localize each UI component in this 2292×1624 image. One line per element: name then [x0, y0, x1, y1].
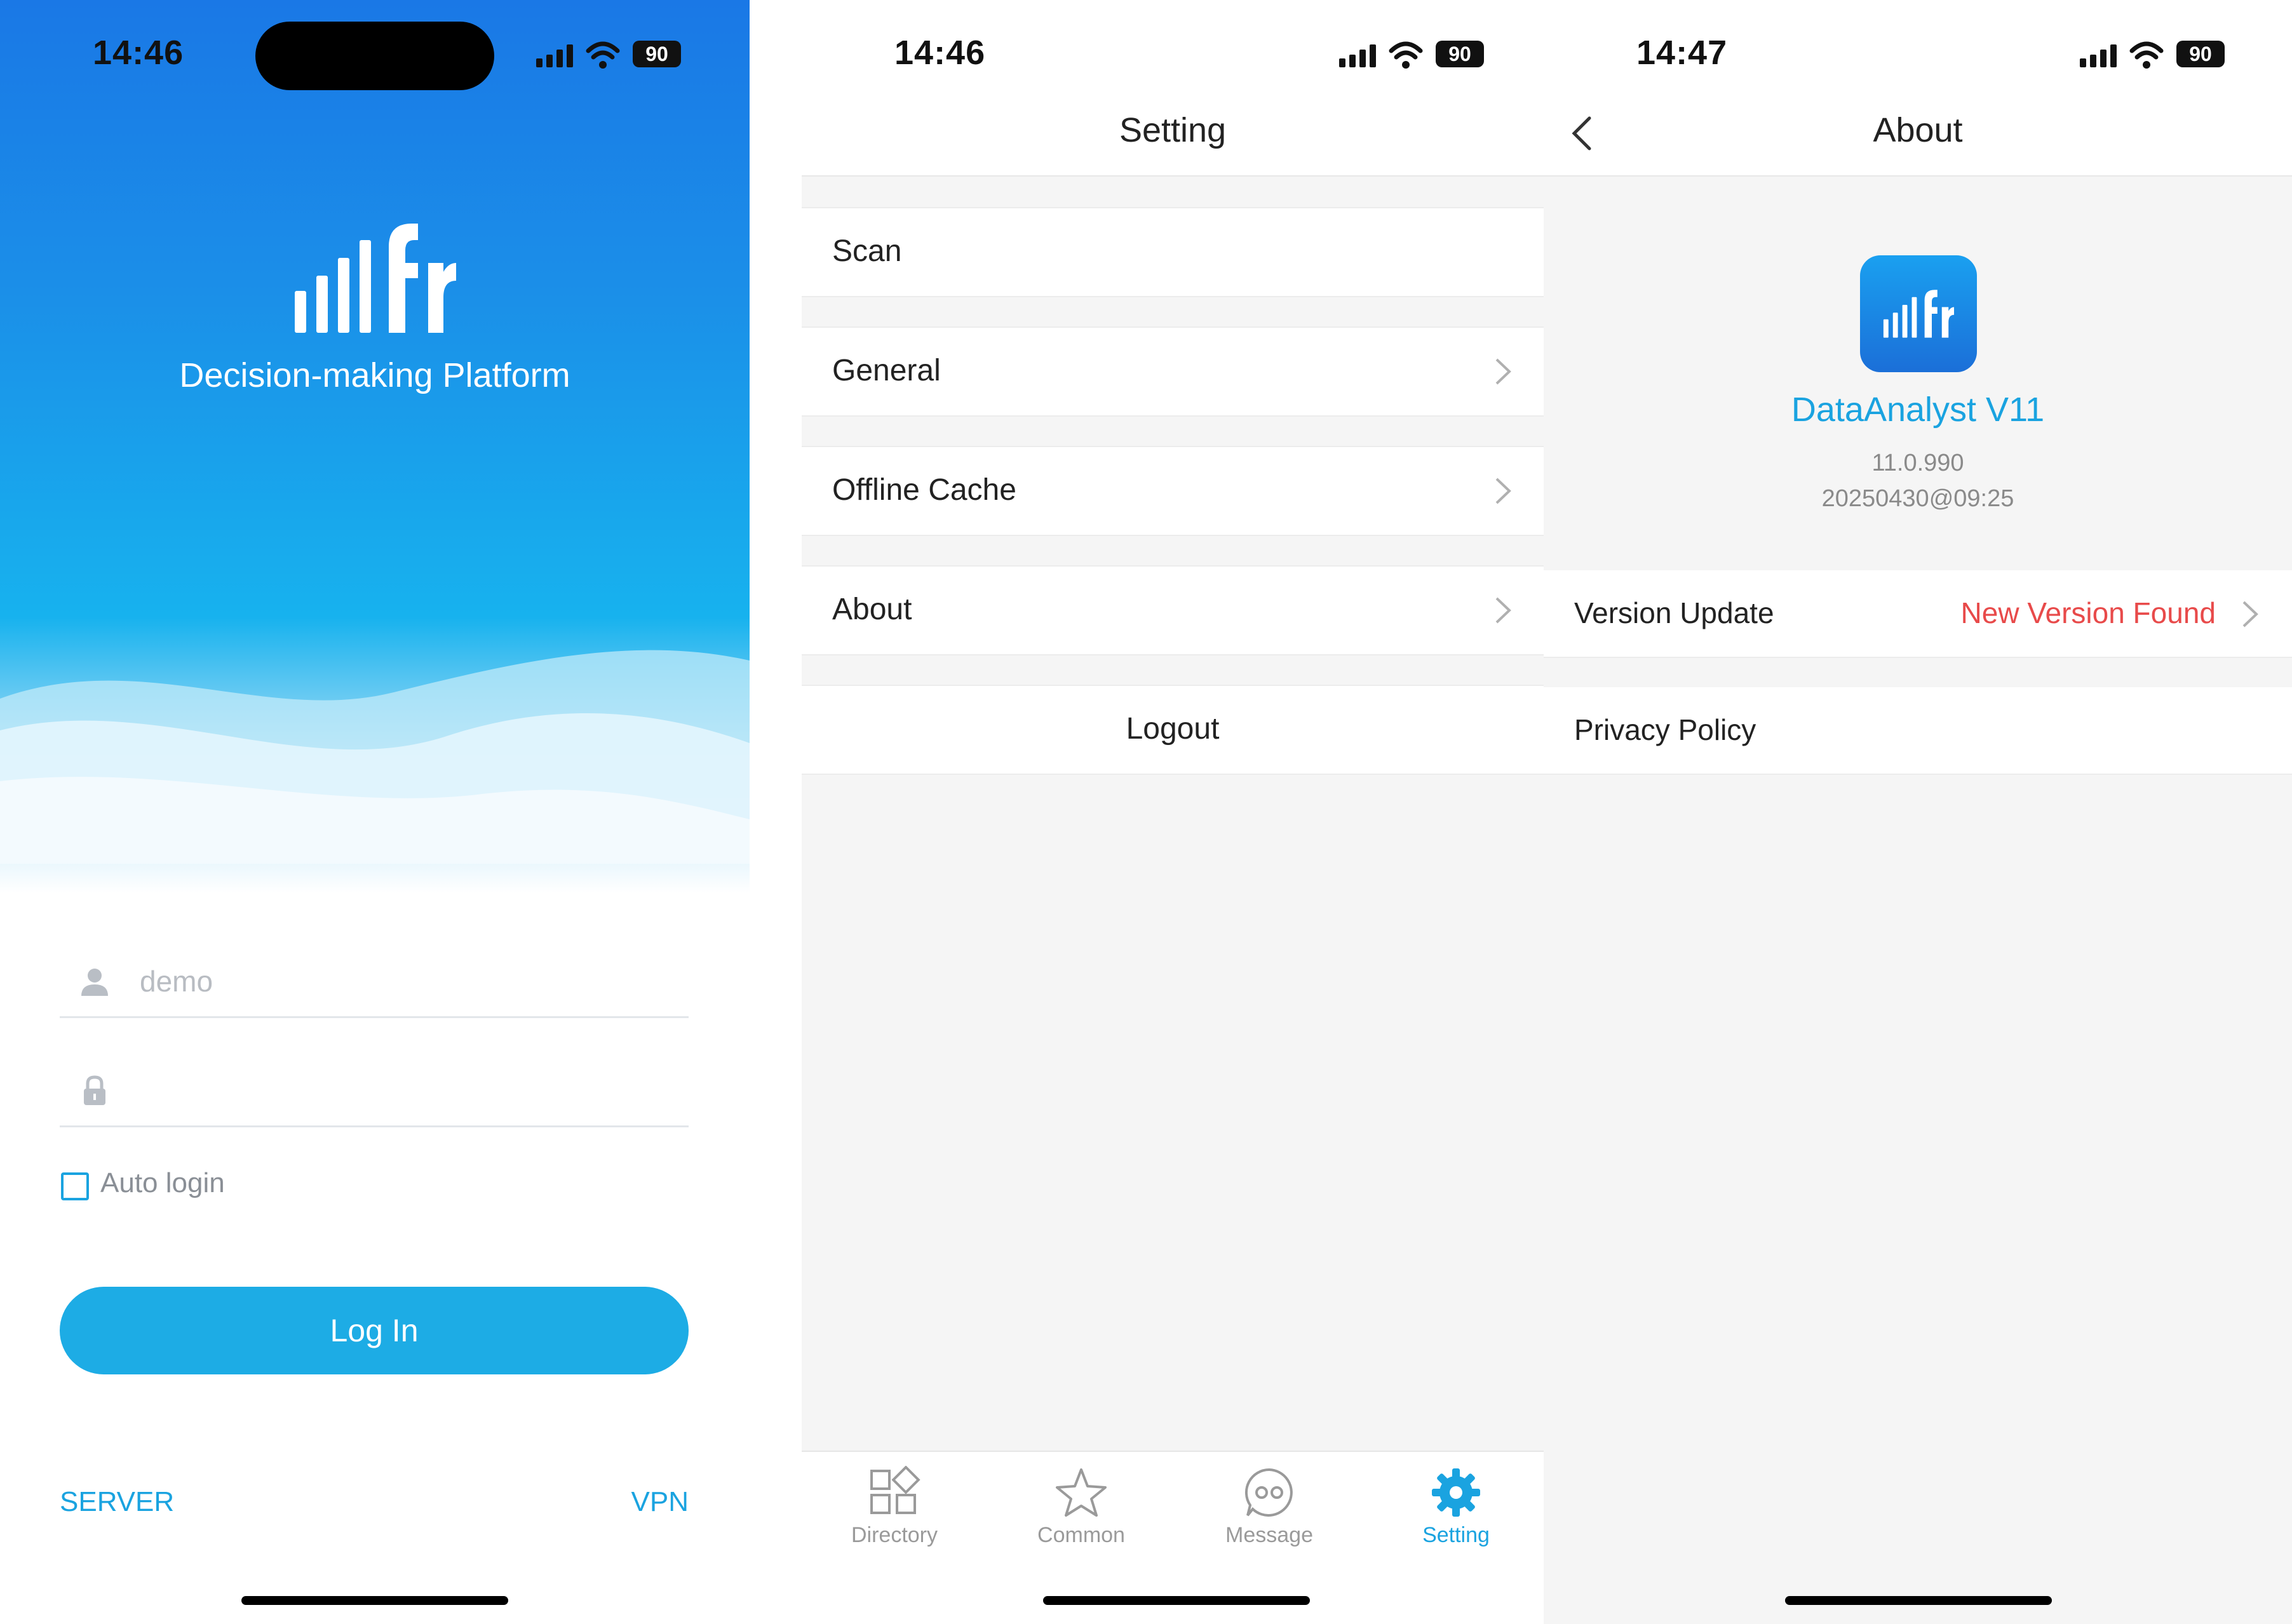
tab-common[interactable]: Common — [1011, 1466, 1151, 1548]
battery-indicator: 90 — [633, 41, 681, 67]
app-logo-icon — [1883, 290, 1954, 338]
wifi-icon — [1389, 41, 1423, 69]
tab-label: Common — [1037, 1523, 1125, 1547]
dynamic-island — [255, 22, 494, 90]
auto-login-label[interactable]: Auto login — [100, 1167, 225, 1199]
tab-setting[interactable]: Setting — [1386, 1466, 1526, 1548]
chevron-right-icon — [1495, 358, 1511, 385]
status-bar: 14:46 90 — [0, 0, 750, 114]
chevron-right-icon — [2242, 601, 2258, 627]
password-field[interactable] — [60, 1056, 689, 1127]
server-link[interactable]: SERVER — [60, 1486, 174, 1518]
setting-row-scan[interactable]: Scan — [802, 207, 1544, 297]
user-icon — [81, 969, 108, 996]
cellular-signal-icon — [2080, 44, 2117, 67]
status-time: 14:46 — [93, 34, 184, 72]
row-label: General — [832, 354, 941, 387]
setting-row-general[interactable]: General — [802, 326, 1544, 417]
auto-login-checkbox[interactable] — [61, 1172, 89, 1200]
app-version: 11.0.990 — [1871, 450, 1964, 476]
directory-icon — [870, 1466, 920, 1514]
home-indicator — [1785, 1596, 2052, 1605]
setting-row-about[interactable]: About — [802, 565, 1544, 655]
tab-label: Setting — [1422, 1523, 1490, 1547]
page-title: About — [1873, 111, 1963, 149]
battery-indicator: 90 — [1436, 41, 1484, 67]
gear-icon — [1432, 1468, 1480, 1517]
setting-screen: 14:46 90 Setting Scan General Offline Ca… — [802, 0, 1544, 1624]
row-label: Privacy Policy — [1574, 713, 1756, 746]
setting-row-offline-cache[interactable]: Offline Cache — [802, 446, 1544, 536]
row-label: Scan — [832, 234, 902, 268]
page-title: Setting — [1119, 111, 1227, 149]
home-indicator — [241, 1596, 508, 1605]
about-screen: 14:47 90 About DataAnalyst V11 11.0.990 … — [1544, 0, 2292, 1624]
username-field[interactable]: demo — [60, 946, 689, 1018]
app-logo-icon — [295, 224, 456, 333]
tab-label: Directory — [851, 1523, 938, 1547]
wifi-icon — [586, 41, 620, 69]
star-icon — [1056, 1468, 1107, 1517]
message-icon — [1244, 1468, 1293, 1517]
nav-header: Setting — [802, 95, 1544, 177]
nav-header: About — [1544, 95, 2292, 177]
cellular-signal-icon — [536, 44, 573, 67]
lock-icon — [84, 1075, 105, 1105]
username-value: demo — [140, 965, 213, 998]
version-update-row[interactable]: Version Update New Version Found — [1544, 570, 2292, 658]
battery-indicator: 90 — [2176, 41, 2225, 67]
platform-tagline: Decision-making Platform — [179, 356, 570, 394]
chevron-right-icon — [1495, 478, 1511, 504]
row-label: Version Update — [1574, 596, 1774, 629]
new-version-status: New Version Found — [1960, 596, 2216, 629]
status-time: 14:47 — [1636, 34, 1728, 72]
home-indicator — [1043, 1596, 1310, 1605]
row-label: Offline Cache — [832, 473, 1016, 507]
logout-button[interactable]: Logout — [802, 685, 1544, 775]
tab-label: Message — [1225, 1523, 1313, 1547]
status-time: 14:46 — [894, 34, 986, 72]
cellular-signal-icon — [1339, 44, 1376, 67]
tab-directory[interactable]: Directory — [825, 1466, 964, 1548]
tab-message[interactable]: Message — [1199, 1466, 1339, 1548]
login-button[interactable]: Log In — [60, 1287, 689, 1374]
wave-decoration — [0, 650, 750, 864]
app-icon — [1860, 255, 1977, 372]
app-name: DataAnalyst V11 — [1791, 391, 2045, 429]
privacy-policy-row[interactable]: Privacy Policy — [1544, 687, 2292, 775]
chevron-right-icon — [1495, 597, 1511, 624]
logout-label: Logout — [1126, 712, 1220, 746]
wifi-icon — [2129, 41, 2164, 69]
login-screen: 14:46 90 Decision-making Platform demo A… — [0, 0, 750, 1624]
app-build: 20250430@09:25 — [1821, 485, 2014, 512]
vpn-link[interactable]: VPN — [631, 1486, 689, 1518]
row-label: About — [832, 593, 912, 626]
